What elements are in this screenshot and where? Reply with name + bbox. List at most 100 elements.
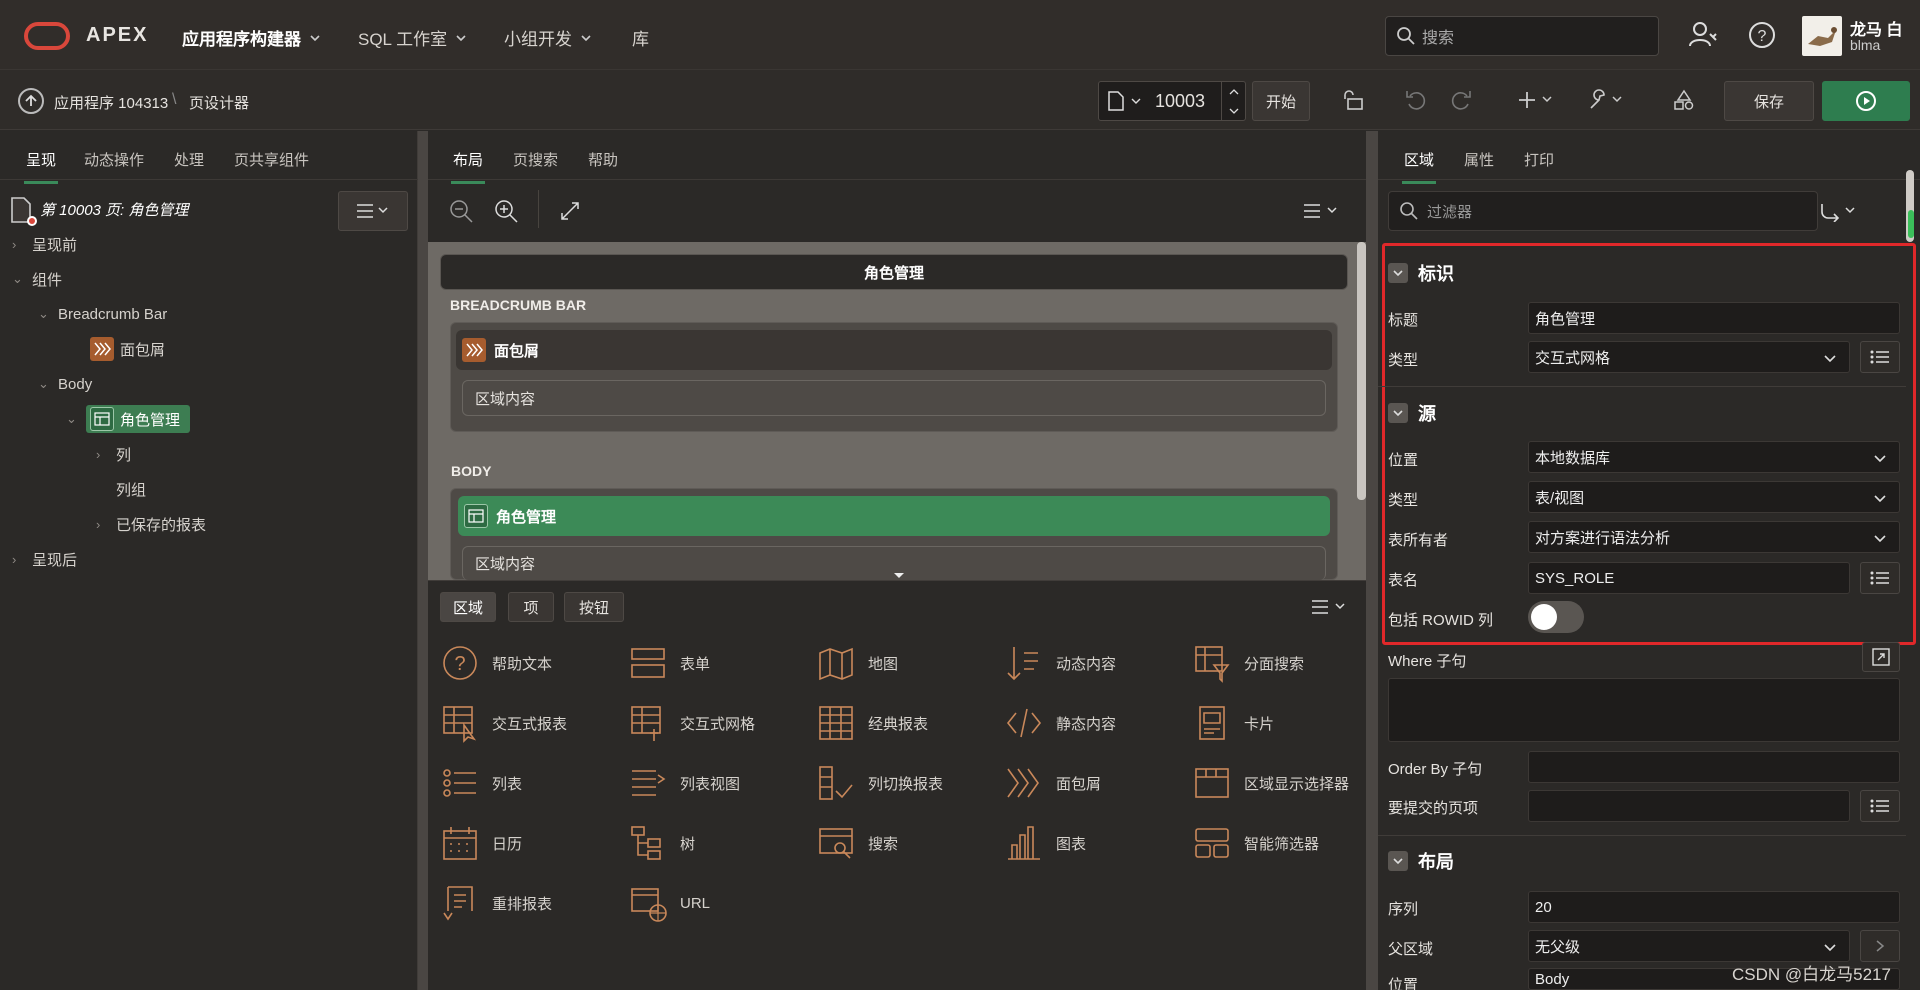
tab-rendering[interactable]: 呈现 — [23, 149, 59, 184]
brand-name[interactable]: APEX — [86, 24, 148, 47]
page-number-value[interactable]: 10003 — [1155, 91, 1205, 112]
create-menu-icon[interactable] — [1514, 82, 1560, 118]
chevron-up-icon[interactable] — [1229, 88, 1239, 96]
page-number-selector[interactable]: 10003 — [1098, 81, 1246, 121]
help-icon[interactable]: ? — [1745, 18, 1779, 52]
gallery-item[interactable]: URL — [628, 883, 710, 923]
go-to-parent-button[interactable] — [1860, 930, 1900, 962]
shared-components-icon[interactable] — [1666, 82, 1702, 118]
app-breadcrumb-link[interactable]: 应用程序 104313 — [54, 92, 168, 113]
table-owner-select[interactable]: 对方案进行语法分析 — [1528, 521, 1900, 553]
gallery-item[interactable]: 地图 — [816, 643, 898, 683]
tab-shared-components[interactable]: 页共享组件 — [234, 149, 309, 170]
gallery-item[interactable]: 动态内容 — [1004, 643, 1116, 683]
gallery-item[interactable]: 面包屑 — [1004, 763, 1101, 803]
page-stepper[interactable] — [1221, 82, 1245, 120]
list-of-values-button[interactable] — [1860, 562, 1900, 594]
tree-node-breadcrumb-region[interactable]: 面包屑 — [90, 335, 165, 363]
section-source[interactable]: 源 — [1388, 400, 1436, 426]
splitter-handle-icon[interactable] — [893, 572, 905, 580]
code-editor-button[interactable] — [1862, 642, 1900, 672]
tab-printing[interactable]: 打印 — [1524, 149, 1554, 170]
gallery-item[interactable]: 搜索 — [816, 823, 898, 863]
tree-node-role-grid[interactable]: ⌄ 角色管理 — [66, 405, 191, 433]
parent-region-select[interactable]: 无父级 — [1528, 930, 1850, 962]
tree-menu-button[interactable] — [338, 191, 408, 231]
redo-icon[interactable] — [1443, 82, 1479, 118]
tree-node-breadcrumb-bar[interactable]: ⌄ Breadcrumb Bar — [38, 300, 167, 328]
oracle-logo-icon[interactable] — [24, 22, 70, 50]
layout-menu-icon[interactable] — [1302, 200, 1340, 222]
go-to-group-icon[interactable] — [1818, 200, 1860, 222]
tab-dynamic-actions[interactable]: 动态操作 — [84, 149, 144, 170]
tab-attributes[interactable]: 属性 — [1464, 149, 1494, 170]
source-type-select[interactable]: 表/视图 — [1528, 481, 1900, 513]
tree-node-post-render[interactable]: › 呈现后 — [12, 545, 77, 573]
gallery-item[interactable]: 日历 — [440, 823, 522, 863]
property-filter-input[interactable]: 过滤器 — [1388, 191, 1818, 231]
tree-node-saved-reports[interactable]: › 已保存的报表 — [96, 510, 206, 538]
gallery-item[interactable]: 表单 — [628, 643, 710, 683]
go-button[interactable]: 开始 — [1252, 81, 1310, 121]
gallery-item[interactable]: ? 帮助文本 — [440, 643, 552, 683]
run-page-button[interactable] — [1822, 81, 1910, 121]
global-search-input[interactable]: 搜索 — [1385, 16, 1659, 56]
gallery-item[interactable]: 图表 — [1004, 823, 1086, 863]
gallery-item[interactable]: 列表 — [440, 763, 522, 803]
gallery-item[interactable]: 经典报表 — [816, 703, 928, 743]
page-node-title[interactable]: 第 10003 页: 角色管理 — [40, 199, 188, 220]
up-arrow-icon[interactable] — [18, 88, 44, 114]
title-field[interactable]: 角色管理 — [1528, 302, 1900, 334]
breadcrumb-region[interactable]: 面包屑 — [456, 330, 1332, 370]
canvas-scrollbar[interactable] — [1357, 242, 1366, 500]
gallery-menu-icon[interactable] — [1310, 596, 1348, 618]
tree-node-components[interactable]: ⌄ 组件 — [12, 265, 62, 293]
tab-processing[interactable]: 处理 — [174, 149, 204, 170]
gallery-item[interactable]: 列表视图 — [628, 763, 740, 803]
avatar[interactable] — [1802, 16, 1842, 56]
page-header-region[interactable]: 角色管理 — [440, 254, 1348, 290]
sequence-field[interactable]: 20 — [1528, 891, 1900, 923]
where-clause-textarea[interactable] — [1388, 678, 1900, 742]
tree-node-pre-render[interactable]: › 呈现前 — [12, 230, 77, 258]
nav-app-builder[interactable]: 应用程序构建器 — [182, 25, 321, 50]
gallery-tab-regions[interactable]: 区域 — [440, 592, 496, 622]
left-splitter[interactable] — [418, 131, 428, 990]
list-of-values-button[interactable] — [1860, 341, 1900, 373]
location-select[interactable]: 本地数据库 — [1528, 441, 1900, 473]
tree-node-body[interactable]: ⌄ Body — [38, 370, 92, 398]
gallery-tab-buttons[interactable]: 按钮 — [564, 592, 624, 622]
gallery-item[interactable]: 交互式网格 — [628, 703, 755, 743]
gallery-item[interactable]: 交互式报表 — [440, 703, 567, 743]
admin-user-icon[interactable] — [1686, 18, 1720, 52]
tab-layout[interactable]: 布局 — [450, 149, 486, 184]
gallery-item[interactable]: 区域显示选择器 — [1192, 763, 1349, 803]
save-button[interactable]: 保存 — [1724, 81, 1814, 121]
order-by-field[interactable] — [1528, 751, 1900, 783]
expand-icon[interactable] — [558, 199, 582, 223]
zoom-out-icon[interactable] — [448, 198, 474, 224]
tree-node-column-groups[interactable]: 列组 — [116, 475, 146, 503]
tree-node-columns[interactable]: › 列 — [96, 440, 131, 468]
section-layout[interactable]: 布局 — [1388, 848, 1454, 874]
role-grid-region[interactable]: 角色管理 — [458, 496, 1330, 536]
tab-page-search[interactable]: 页搜索 — [513, 149, 558, 170]
nav-sql-workshop[interactable]: SQL 工作室 — [358, 25, 467, 50]
gallery-tab-items[interactable]: 项 — [508, 592, 554, 622]
gallery-item[interactable]: 静态内容 — [1004, 703, 1116, 743]
gallery-item[interactable]: 列切换报表 — [816, 763, 943, 803]
zoom-in-icon[interactable] — [493, 198, 519, 224]
gallery-item[interactable]: 智能筛选器 — [1192, 823, 1319, 863]
include-rowid-toggle[interactable] — [1528, 601, 1584, 633]
tab-region[interactable]: 区域 — [1401, 149, 1437, 184]
section-identity[interactable]: 标识 — [1388, 260, 1454, 286]
lock-icon[interactable] — [1336, 82, 1372, 118]
gallery-item[interactable]: 分面搜索 — [1192, 643, 1304, 683]
nav-gallery[interactable]: 库 — [632, 25, 649, 50]
chevron-down-icon[interactable] — [1229, 107, 1239, 115]
region-type-select[interactable]: 交互式网格 — [1528, 341, 1850, 373]
table-name-field[interactable]: SYS_ROLE — [1528, 562, 1850, 594]
gallery-item[interactable]: 卡片 — [1192, 703, 1274, 743]
tab-help[interactable]: 帮助 — [588, 149, 618, 170]
right-splitter[interactable] — [1366, 131, 1378, 990]
